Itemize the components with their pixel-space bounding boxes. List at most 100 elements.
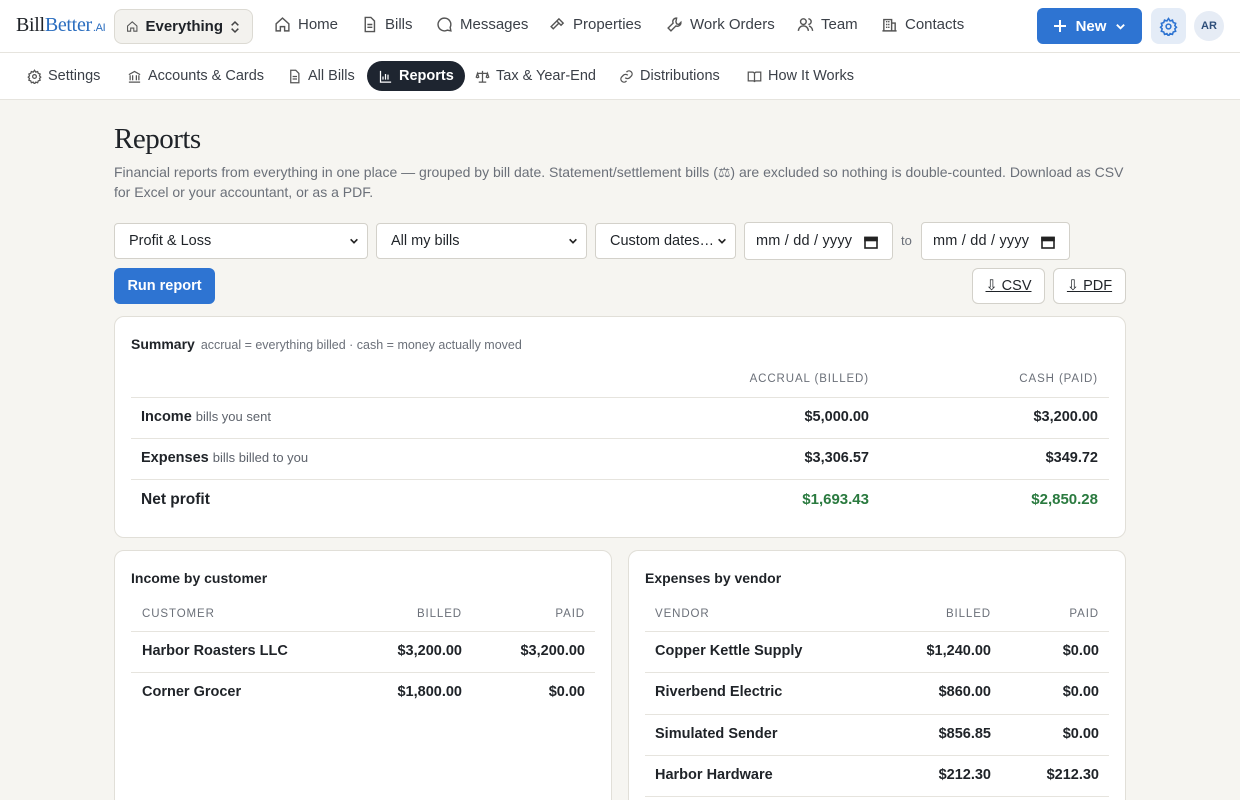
tab-all-bills-label: All Bills: [308, 68, 355, 84]
vendor-paid: $0.00: [1062, 684, 1099, 700]
document-icon: [364, 16, 376, 33]
tab-accounts-cards-label: Accounts & Cards: [148, 68, 265, 84]
nav-bills[interactable]: Bills: [361, 16, 413, 33]
vendor-billed: $856.85: [938, 726, 991, 742]
col-header-cash: CASH (PAID): [1019, 373, 1098, 385]
vendor-name: Harbor Hardware: [655, 767, 773, 783]
csv-download-button[interactable]: ⇩ CSV: [972, 268, 1045, 304]
col-header-customer: CUSTOMER: [142, 608, 215, 620]
bank-icon: [128, 70, 141, 83]
nav-team-label: Team: [821, 16, 858, 33]
page-title: Reports: [114, 123, 201, 155]
scope-select[interactable]: All my bills: [376, 223, 587, 259]
income-cash-value: $3,200.00: [1033, 409, 1098, 425]
scale-icon: [475, 70, 490, 83]
report-type-value: Profit & Loss: [129, 233, 212, 249]
nav-team[interactable]: Team: [797, 16, 858, 33]
income-note: bills you sent: [195, 409, 271, 424]
new-button[interactable]: New: [1037, 8, 1142, 44]
report-type-select[interactable]: Profit & Loss: [114, 223, 368, 259]
summary-row-expenses-label: Expenses bills billed to you: [141, 450, 308, 466]
nav-home[interactable]: Home: [274, 16, 338, 33]
net-profit-accrual-value: $1,693.43: [802, 491, 869, 508]
col-header-vendor: VENDOR: [655, 608, 710, 620]
tab-reports[interactable]: Reports: [367, 61, 465, 91]
tab-distributions[interactable]: Distributions: [619, 67, 720, 85]
nav-properties-label: Properties: [573, 16, 642, 33]
vendor-name: Simulated Sender: [655, 726, 778, 742]
new-button-label: New: [1075, 17, 1107, 35]
summary-row-income-label: Income bills you sent: [141, 409, 271, 425]
tab-settings[interactable]: Settings: [27, 67, 100, 85]
tab-distributions-label: Distributions: [640, 68, 720, 84]
tab-tax-year-end[interactable]: Tax & Year-End: [475, 67, 596, 85]
date-to-input[interactable]: mm / dd / yyyy: [921, 222, 1070, 260]
workspace-label: Everything: [145, 18, 224, 35]
home-icon: [275, 17, 290, 32]
vendor-name: Riverbend Electric: [655, 684, 783, 700]
customer-billed: $3,200.00: [397, 643, 462, 659]
calendar-icon[interactable]: [864, 235, 878, 249]
avatar[interactable]: AR: [1194, 11, 1224, 41]
logo[interactable]: BillBetter.AI: [16, 14, 106, 37]
top-nav-bar: BillBetter.AI Everything Home Bills Mess…: [0, 0, 1240, 53]
expenses-accrual-value: $3,306.57: [804, 450, 869, 466]
gear-icon: [1159, 16, 1178, 36]
vendor-paid: $0.00: [1062, 726, 1099, 742]
vendor-name: Copper Kettle Supply: [655, 643, 803, 659]
calendar-icon[interactable]: [1041, 235, 1055, 249]
date-to-placeholder: mm / dd / yyyy: [933, 233, 1030, 249]
summary-subtitle: accrual = everything billed · cash = mon…: [200, 338, 522, 352]
gear-icon: [27, 68, 42, 84]
summary-title: Summary: [131, 336, 195, 352]
vendor-billed: $1,240.00: [926, 643, 991, 659]
workspace-switcher[interactable]: Everything: [114, 9, 253, 44]
users-icon: [797, 18, 814, 31]
nav-work-orders[interactable]: Work Orders: [666, 16, 775, 33]
pdf-download-button[interactable]: ⇩ PDF: [1053, 268, 1126, 304]
logo-accent-text: Better: [44, 14, 92, 36]
hammer-icon: [550, 17, 565, 30]
tab-tax-year-end-label: Tax & Year-End: [496, 68, 596, 84]
chevron-up-down-icon: [231, 20, 239, 33]
chevron-down-icon: [1116, 23, 1126, 30]
date-range-select[interactable]: Custom dates…: [595, 223, 736, 259]
tab-all-bills[interactable]: All Bills: [287, 67, 355, 85]
chat-bubble-icon: [437, 17, 452, 32]
vendor-paid: $212.30: [1046, 767, 1099, 783]
date-from-input[interactable]: mm / dd / yyyy: [744, 222, 893, 260]
customer-billed: $1,800.00: [397, 684, 462, 700]
settings-button[interactable]: [1151, 8, 1186, 44]
page-description: Financial reports from everything in one…: [114, 164, 1124, 200]
run-report-button[interactable]: Run report: [114, 268, 215, 304]
row-divider: [645, 796, 1109, 797]
expenses-note: bills billed to you: [212, 450, 309, 465]
home-icon: [127, 21, 138, 32]
date-range-value: Custom dates…: [610, 233, 714, 249]
chevron-down-icon: [569, 238, 577, 244]
tab-settings-label: Settings: [48, 68, 101, 84]
summary-heading: Summary accrual = everything billed · cas…: [131, 336, 522, 352]
logo-main-text: Bill: [16, 14, 45, 36]
chevron-down-icon: [718, 238, 726, 244]
nav-messages[interactable]: Messages: [436, 16, 528, 33]
nav-properties[interactable]: Properties: [549, 16, 641, 33]
nav-contacts-label: Contacts: [905, 16, 965, 33]
vendor-paid: $0.00: [1062, 643, 1099, 659]
tab-reports-label: Reports: [399, 68, 454, 84]
row-divider: [131, 672, 595, 673]
expenses-label: Expenses: [141, 450, 209, 466]
row-divider: [645, 672, 1109, 673]
nav-contacts[interactable]: Contacts: [881, 16, 964, 33]
col-header-accrual: ACCRUAL (BILLED): [749, 373, 869, 385]
tab-how-it-works[interactable]: How It Works: [747, 67, 854, 85]
col-header-paid: PAID: [1069, 608, 1099, 620]
scope-value: All my bills: [391, 233, 460, 249]
link-icon: [620, 69, 633, 83]
row-divider: [645, 631, 1109, 632]
col-header-billed: BILLED: [945, 608, 991, 620]
nav-bills-label: Bills: [385, 16, 413, 33]
expenses-cash-value: $349.72: [1045, 450, 1098, 466]
tab-accounts-cards[interactable]: Accounts & Cards: [127, 67, 264, 85]
wrench-icon: [667, 17, 682, 32]
